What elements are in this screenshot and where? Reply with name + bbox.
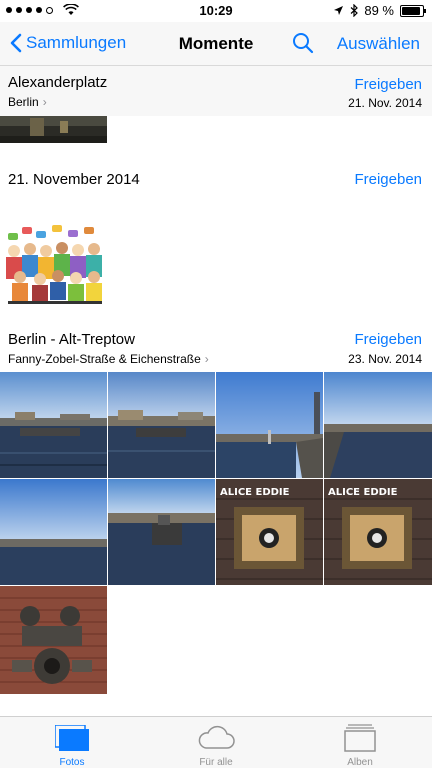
photo-thumbnail[interactable] xyxy=(0,586,107,694)
moment-title: Berlin - Alt-Treptow xyxy=(8,331,135,348)
moment-date: 23. Nov. 2014 xyxy=(348,352,422,366)
battery-percent: 89 % xyxy=(364,3,394,18)
photo-thumbnail[interactable]: ALICE EDDIE xyxy=(216,479,323,585)
chevron-right-icon: › xyxy=(42,95,47,109)
battery-icon xyxy=(400,4,426,17)
search-icon xyxy=(293,33,314,54)
moment-location[interactable]: Fanny-Zobel-Straße & Eichenstraße › xyxy=(8,352,209,366)
photo-thumbnail[interactable] xyxy=(0,116,107,143)
tab-shared[interactable]: Für alle xyxy=(176,723,256,768)
photo-thumbnail[interactable] xyxy=(108,479,215,585)
photo-thumbnail[interactable] xyxy=(108,372,215,478)
select-button[interactable]: Auswählen xyxy=(337,34,420,54)
moment-location[interactable]: Berlin › xyxy=(8,95,47,109)
moment-date: 21. Nov. 2014 xyxy=(348,96,422,110)
photo-thumbnail[interactable]: ALICE EDDIE xyxy=(324,479,432,585)
moments-list[interactable]: Alexanderplatz Berlin › Freigeben 21. No… xyxy=(0,66,432,716)
moment-title: Alexanderplatz xyxy=(8,74,108,91)
photos-icon xyxy=(55,725,89,751)
graffiti-text: ALICE EDDIE xyxy=(220,487,290,498)
photo-thumbnail[interactable] xyxy=(0,372,107,478)
albums-icon xyxy=(344,724,376,752)
moment-title: 21. November 2014 xyxy=(8,171,140,188)
status-bar: 10:29 89 % xyxy=(0,0,432,22)
graffiti-text: ALICE EDDIE xyxy=(328,487,398,498)
moment-header-alt-treptow[interactable]: Berlin - Alt-Treptow Freigeben Fanny-Zob… xyxy=(0,322,432,370)
moment-location-label: Fanny-Zobel-Straße & Eichenstraße xyxy=(8,352,201,366)
chevron-right-icon: › xyxy=(204,352,209,366)
share-button[interactable]: Freigeben xyxy=(354,331,422,348)
navigation-bar: Sammlungen Momente Auswählen xyxy=(0,22,432,66)
moment-location-label: Berlin xyxy=(8,95,39,109)
photo-thumbnail[interactable] xyxy=(0,479,107,585)
location-arrow-icon xyxy=(334,6,344,15)
tab-photos-label: Fotos xyxy=(59,757,85,768)
photo-thumbnail[interactable] xyxy=(324,372,432,478)
bluetooth-icon xyxy=(350,4,359,17)
cloud-icon xyxy=(198,725,235,749)
tab-albums[interactable]: Alben xyxy=(320,723,400,768)
moment-header-alexanderplatz[interactable]: Alexanderplatz Berlin › Freigeben 21. No… xyxy=(0,66,432,116)
tab-photos[interactable]: Fotos xyxy=(32,723,112,768)
tab-bar: Fotos Für alle Alben xyxy=(0,716,432,768)
photo-thumbnail[interactable] xyxy=(216,372,323,478)
tab-shared-label: Für alle xyxy=(199,757,233,768)
photo-thumbnail[interactable] xyxy=(0,203,107,310)
share-button[interactable]: Freigeben xyxy=(354,171,422,188)
share-button[interactable]: Freigeben xyxy=(354,76,422,93)
search-button[interactable] xyxy=(292,32,314,59)
tab-albums-label: Alben xyxy=(347,757,373,768)
